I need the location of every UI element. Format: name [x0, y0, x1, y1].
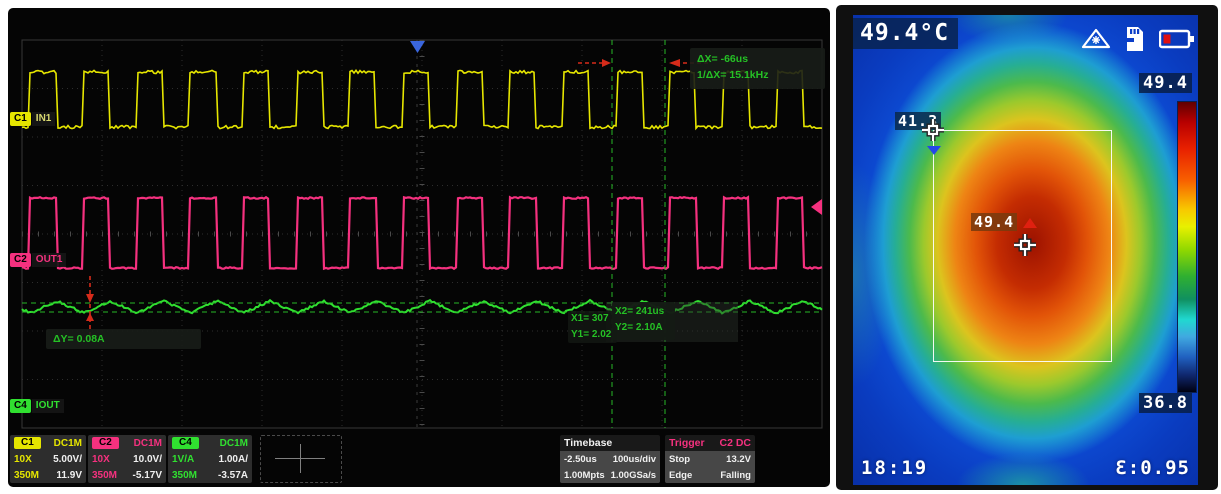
- temperature-colorbar: [1177, 101, 1197, 393]
- screenshot-root: C1 IN1 C2 OUT1 C4 IOUT ΔX= -66us 1/ΔX= 1…: [0, 0, 1221, 494]
- hot-spot-triangle-icon: [1023, 218, 1037, 228]
- cursor-x2y2-readout: X2= 241us Y2= 2.10A: [612, 302, 675, 340]
- trigger-state: Stop: [669, 454, 690, 465]
- thermal-camera-screen: 49.4°C: [836, 5, 1218, 490]
- c4-bandwidth: 350M: [172, 470, 197, 481]
- cursor-dy-readout: ΔY= 0.08A: [46, 329, 201, 349]
- c1-badge: C1: [10, 112, 31, 126]
- hot-spot-marker-label: 49.4: [971, 213, 1017, 231]
- trigger-slope: Falling: [720, 470, 751, 481]
- corner-crosshair-icon: [920, 117, 946, 143]
- trigger-position-marker-icon: [410, 41, 425, 53]
- trigger-level: 13.2V: [726, 454, 751, 465]
- hot-spot-crosshair-icon: [1012, 232, 1038, 258]
- c1-bandwidth: 350M: [14, 470, 39, 481]
- c2-coupling: DC1M: [134, 438, 162, 449]
- dx-arrow-left-icon: [669, 59, 680, 67]
- c2-offset: -5.17V: [133, 470, 162, 481]
- plus-icon: [300, 444, 301, 473]
- channel-tag-c2[interactable]: C2 OUT1: [10, 253, 66, 267]
- timebase-scale: 100us/div: [613, 454, 656, 465]
- dy-value: ΔY= 0.08A: [53, 333, 105, 345]
- trigger-type: Edge: [669, 470, 692, 481]
- c4-status-badge: C4: [172, 437, 199, 449]
- c4-scale: 1.00A/: [219, 454, 248, 465]
- timebase-title: Timebase: [564, 437, 612, 449]
- x2-value: X2= 241us: [615, 304, 675, 320]
- status-icon-row: [1081, 26, 1195, 52]
- scale-max-label: 49.4: [1139, 73, 1192, 93]
- c1-attenuation: 10X: [14, 454, 32, 465]
- dy-arrow-up-icon: [86, 313, 94, 321]
- channel-status-c4[interactable]: C4 DC1M 1V/A 1.00A/ 350M -3.57A: [168, 435, 252, 483]
- c1-scale: 5.00V/: [53, 454, 82, 465]
- max-temp-readout: 49.4°C: [853, 18, 958, 49]
- scope-status-bar: C1 DC1M 10X 5.00V/ 350M 11.9V C2 DC1M 10X 10.…: [8, 435, 830, 487]
- c4-offset: -3.57A: [218, 470, 248, 481]
- channel-status-c1[interactable]: C1 DC1M 10X 5.00V/ 350M 11.9V: [10, 435, 86, 483]
- c4-trace-name: IOUT: [32, 399, 64, 413]
- c2-badge: C2: [10, 253, 31, 267]
- c4-attenuation: 1V/A: [172, 454, 194, 465]
- c2-bandwidth: 350M: [92, 470, 117, 481]
- trigger-status[interactable]: Trigger C2 DC Stop 13.2V Edge Falling: [665, 435, 755, 483]
- c1-trace-name: IN1: [32, 112, 56, 126]
- c1-status-badge: C1: [14, 437, 41, 449]
- clock-readout: 18:19: [861, 457, 928, 479]
- inv-dx-value: 1/ΔX= 15.1kHz: [697, 67, 825, 83]
- c2-scale: 10.0V/: [133, 454, 162, 465]
- channel-status-c2[interactable]: C2 DC1M 10X 10.0V/ 350M -5.17V: [88, 435, 166, 483]
- timebase-samplerate: 1.00GSa/s: [611, 470, 656, 481]
- c4-badge: C4: [10, 399, 31, 413]
- y1-value: Y1= 2.02: [571, 327, 617, 343]
- timebase-points: 1.00Mpts: [564, 470, 605, 481]
- dy-arrow-down-icon: [86, 294, 94, 303]
- trigger-title: Trigger: [669, 437, 705, 449]
- dx-value: ΔX= -66us: [697, 51, 825, 67]
- trigger-level-marker-icon: [811, 199, 822, 215]
- dx-arrow-right-icon: [602, 59, 611, 67]
- sd-card-icon: [1124, 26, 1146, 52]
- c1-offset: 11.9V: [56, 470, 82, 481]
- timebase-delay: -2.50us: [564, 454, 597, 465]
- emissivity-readout: Ɛ:0.95: [1115, 457, 1190, 479]
- c2-attenuation: 10X: [92, 454, 110, 465]
- oscilloscope-screen: C1 IN1 C2 OUT1 C4 IOUT ΔX= -66us 1/ΔX= 1…: [8, 8, 830, 487]
- channel-tag-c4[interactable]: C4 IOUT: [10, 399, 64, 413]
- battery-low-icon: [1159, 28, 1195, 50]
- c1-coupling: DC1M: [54, 438, 82, 449]
- c2-status-badge: C2: [92, 437, 119, 449]
- laser-warning-icon: [1081, 27, 1111, 51]
- channel-tag-c1[interactable]: C1 IN1: [10, 112, 55, 126]
- scale-min-label: 36.8: [1139, 393, 1192, 413]
- trigger-source: C2 DC: [719, 437, 751, 449]
- c2-trace-name: OUT1: [32, 253, 67, 267]
- x1-value: X1= 307: [571, 311, 617, 327]
- cursor-dx-readout: ΔX= -66us 1/ΔX= 15.1kHz: [690, 48, 825, 89]
- timebase-status[interactable]: Timebase -2.50us 100us/div 1.00Mpts 1.00GS…: [560, 435, 660, 483]
- add-channel-slot[interactable]: [260, 435, 342, 483]
- cursor-x1y1-readout: X1= 307 Y1= 2.02: [568, 311, 617, 343]
- cold-spot-triangle-icon: [927, 146, 941, 155]
- c4-coupling: DC1M: [220, 438, 248, 449]
- thermal-image: 49.4°C: [853, 15, 1198, 485]
- y2-value: Y2= 2.10A: [615, 320, 675, 336]
